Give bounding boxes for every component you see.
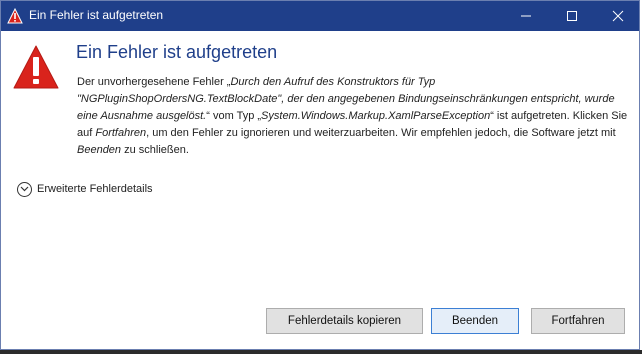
message-text: , um den Fehler zu ignorieren und weiter… [146,127,616,139]
end-button[interactable]: Beenden [431,308,519,334]
window-title: Ein Fehler ist aufgetreten [29,8,164,22]
error-warning-icon [7,7,23,24]
background-strip [0,350,642,354]
chevron-down-icon[interactable] [17,181,32,197]
maximize-button[interactable] [549,1,595,31]
message-text: Der unvorhergesehene Fehler „ [77,76,231,88]
end-reference: Beenden [77,144,122,156]
exception-type: System.Windows.Markup.XamlParseException [261,110,491,122]
details-label[interactable]: Erweiterte Fehlerdetails [37,183,153,195]
error-icon [13,44,59,90]
error-dialog: Ein Fehler ist aufgetreten Ein Fehler is… [0,0,640,350]
title-bar[interactable]: Ein Fehler ist aufgetreten [1,1,639,31]
message-text: “ vom Typ „ [206,110,262,122]
copy-details-button[interactable]: Fehlerdetails kopieren [266,308,423,334]
message-text: zu schließen. [121,144,189,156]
continue-reference: Fortfahren [95,127,147,139]
dialog-heading: Ein Fehler ist aufgetreten [76,42,278,62]
error-message: Der unvorhergesehene Fehler „Durch den A… [77,74,629,159]
continue-button[interactable]: Fortfahren [531,308,625,334]
close-button[interactable] [595,1,641,31]
advanced-details-toggle[interactable]: Erweiterte Fehlerdetails [17,180,153,198]
minimize-button[interactable] [503,1,549,31]
